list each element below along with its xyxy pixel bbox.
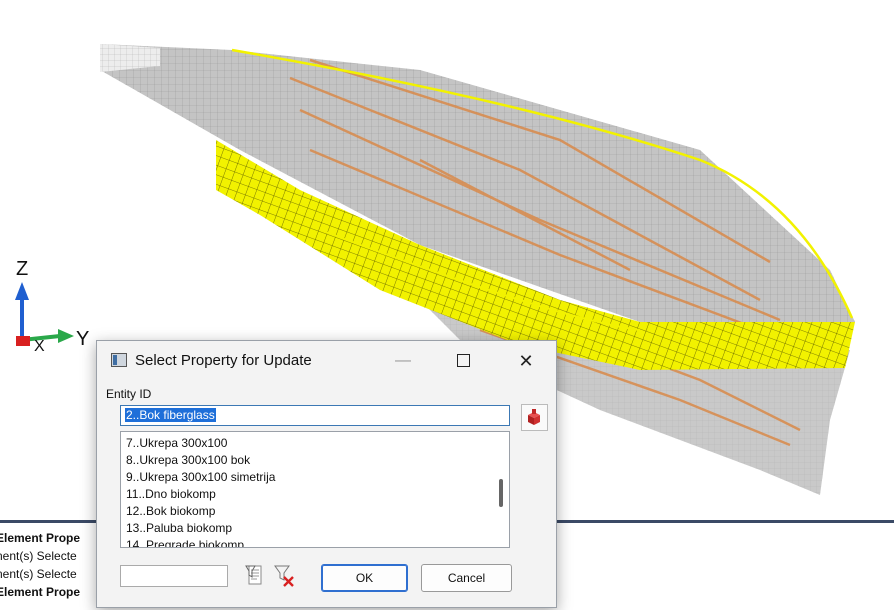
list-scrollbar[interactable] <box>495 432 509 547</box>
list-item[interactable]: 8..Ukrepa 300x100 bok <box>126 453 250 467</box>
y-axis-label: Y <box>76 328 90 350</box>
entity-id-value: 2..Bok fiberglass <box>125 408 216 422</box>
clear-filter-icon[interactable] <box>272 563 296 589</box>
list-item[interactable]: 11..Dno biokomp <box>126 487 216 501</box>
z-axis-label: Z <box>16 258 29 280</box>
x-axis-label: X <box>34 338 45 355</box>
entity-id-input[interactable]: 2..Bok fiberglass <box>120 405 510 426</box>
filter-input[interactable] <box>120 565 228 587</box>
maximize-button[interactable] <box>443 347 483 375</box>
list-item[interactable]: 12..Bok biokomp <box>126 504 215 518</box>
maximize-icon <box>456 354 470 368</box>
dialog-title: Select Property for Update <box>135 352 312 369</box>
cancel-button[interactable]: Cancel <box>421 564 512 592</box>
dialog-titlebar[interactable]: Select Property for Update — ✕ <box>97 341 556 381</box>
list-item[interactable]: 14..Pregrade biokomp <box>126 538 244 547</box>
ok-button[interactable]: OK <box>321 564 408 592</box>
message-line: nent(s) Selecte <box>0 549 77 563</box>
minimize-button[interactable]: — <box>383 347 423 375</box>
list-item[interactable]: 13..Paluba biokomp <box>126 521 232 535</box>
list-item[interactable]: 7..Ukrepa 300x100 <box>126 436 227 450</box>
message-panel: Element Prope nent(s) Selecte nent(s) Se… <box>0 529 110 605</box>
message-line: Element Prope <box>0 531 81 545</box>
window-icon <box>111 353 127 367</box>
message-line: Element Prope <box>0 585 81 599</box>
message-line: nent(s) Selecte <box>0 567 77 581</box>
property-list[interactable]: 7..Ukrepa 300x100 8..Ukrepa 300x100 bok … <box>120 431 510 548</box>
entity-id-label: Entity ID <box>106 387 152 401</box>
select-property-dialog: Select Property for Update — ✕ Entity ID… <box>96 340 557 608</box>
close-button[interactable]: ✕ <box>506 347 546 375</box>
axis-triad <box>15 282 74 346</box>
select-from-model-icon <box>528 409 540 425</box>
scrollbar-thumb[interactable] <box>499 479 503 507</box>
select-from-model-button[interactable] <box>521 404 548 431</box>
filter-icon[interactable] <box>243 563 267 589</box>
list-item[interactable]: 9..Ukrepa 300x100 simetrija <box>126 470 275 484</box>
